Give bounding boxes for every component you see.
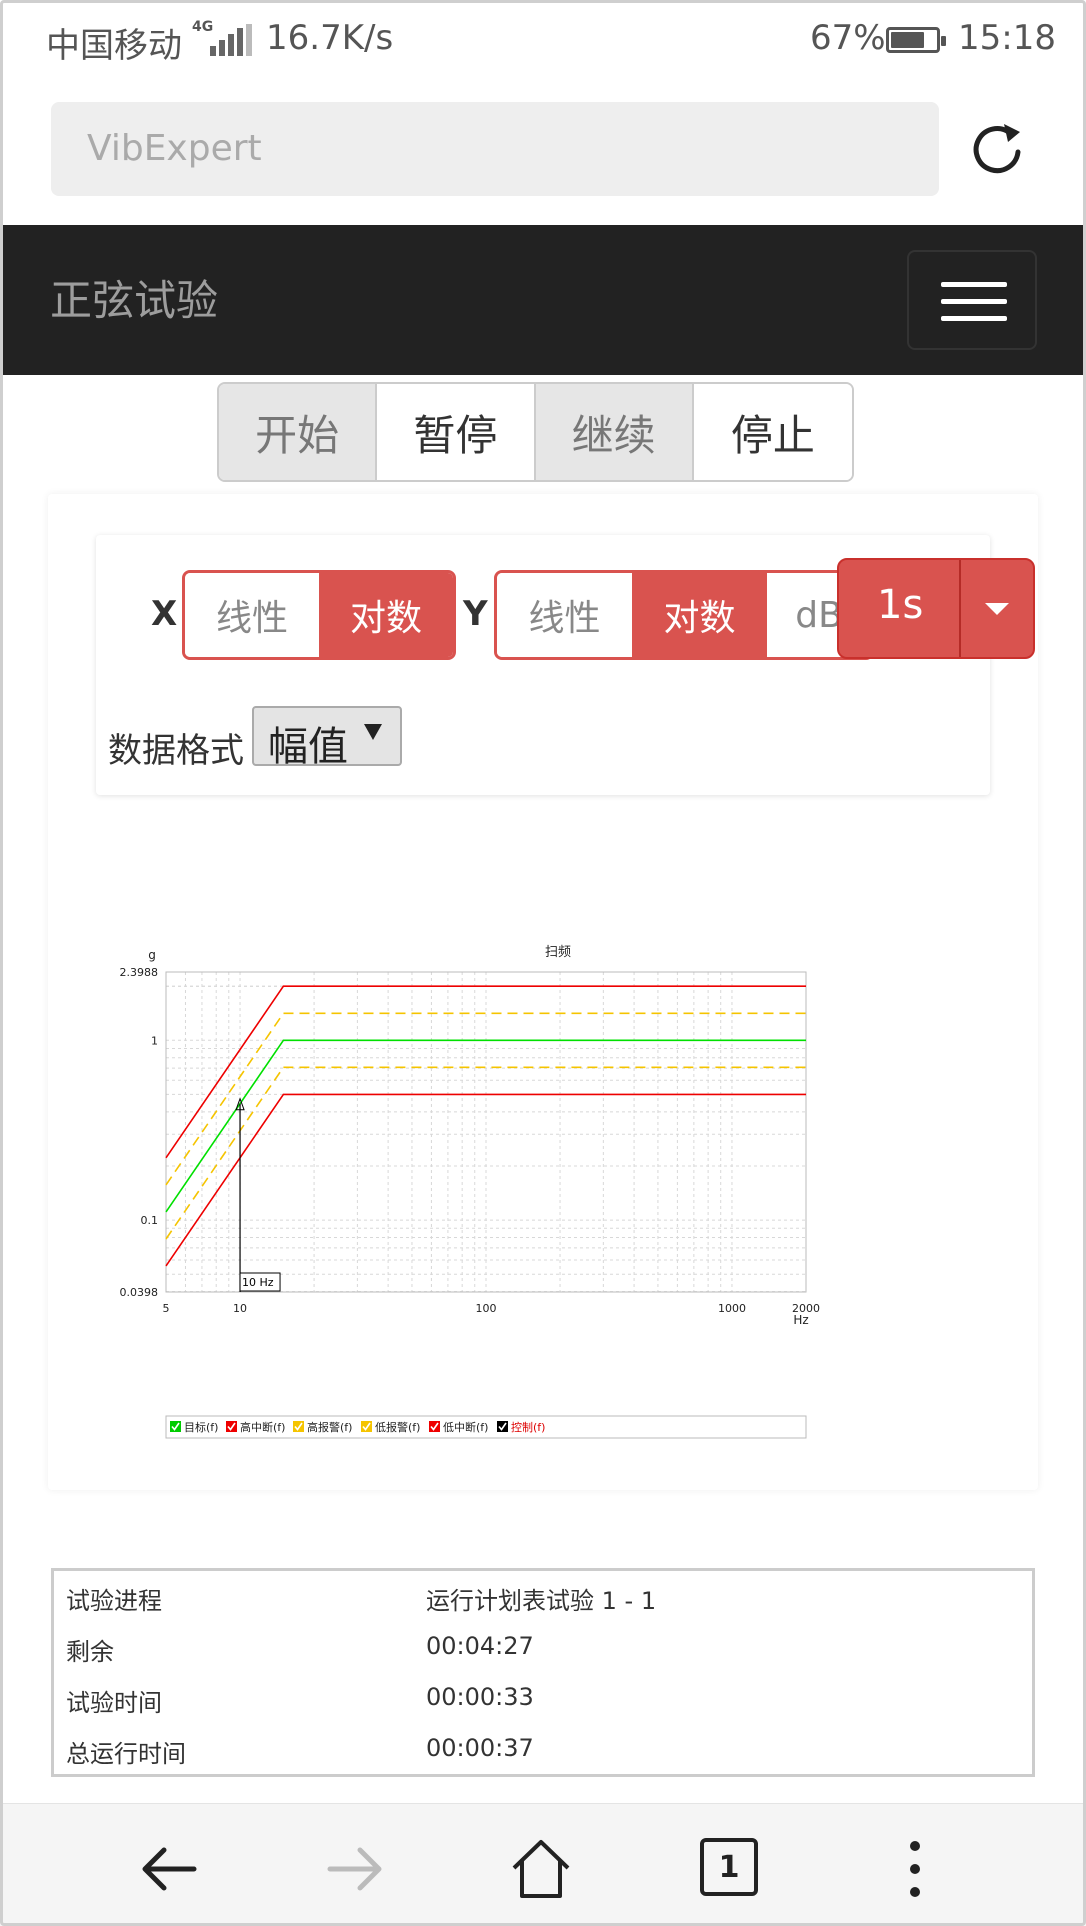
info-row: 剩余 00:04:27 <box>54 1622 1032 1672</box>
x-tick-label: 10 <box>233 1302 247 1315</box>
info-key: 总运行时间 <box>66 1740 186 1768</box>
legend-swatch <box>226 1421 237 1432</box>
pause-button[interactable]: 暂停 <box>377 384 536 480</box>
y-tick-labels: 2.3988 1 0.1 0.0398 <box>120 966 159 1299</box>
test-control-group: 开始 暂停 继续 停止 <box>217 382 854 482</box>
y-tick-label: 0.1 <box>141 1214 159 1227</box>
y-axis-label: Y <box>463 594 488 634</box>
carrier-name: 中国移动 <box>46 26 182 66</box>
hamburger-icon <box>941 282 1007 287</box>
legend-label: 低中断(f) <box>443 1420 488 1434</box>
info-value: 00:00:33 <box>426 1683 534 1711</box>
menu-button[interactable] <box>907 250 1037 350</box>
x-tick-label: 1000 <box>718 1302 746 1315</box>
chart-grid <box>166 972 806 1293</box>
y-tick-label: 1 <box>151 1034 158 1047</box>
data-format-select[interactable]: 幅值 <box>252 706 402 770</box>
page-title: 正弦试验 <box>50 276 219 325</box>
info-row: 试验进程 运行计划表试验 1 - 1 <box>54 1571 1032 1621</box>
battery-percent: 67% <box>810 18 886 58</box>
y-log-button[interactable]: 对数 <box>632 573 767 657</box>
more-icon[interactable] <box>880 1834 950 1904</box>
x-tick-labels: 5 10 100 1000 2000 <box>163 1302 821 1315</box>
legend-label: 高报警(f) <box>307 1420 352 1434</box>
url-text: VibExpert <box>87 128 262 169</box>
legend-swatch <box>293 1421 304 1432</box>
cursor-label: 10 Hz <box>242 1276 274 1289</box>
signal-icon <box>210 24 254 56</box>
back-arrow-icon[interactable] <box>134 1834 204 1904</box>
url-bar[interactable]: VibExpert <box>51 102 939 196</box>
stop-button[interactable]: 停止 <box>693 384 852 480</box>
dropdown-arrow-icon <box>364 724 382 740</box>
info-row: 总运行时间 00:00:37 <box>54 1724 1032 1774</box>
x-linear-button[interactable]: 线性 <box>185 573 319 657</box>
resume-button[interactable]: 继续 <box>535 384 694 480</box>
info-key: 试验时间 <box>66 1689 162 1717</box>
tab-count: 1 <box>718 1849 740 1885</box>
data-format-label: 数据格式 <box>108 731 244 771</box>
refresh-interval-dropdown[interactable]: 1s <box>837 558 1035 659</box>
legend-label: 低报警(f) <box>375 1420 420 1434</box>
browser-bottom-bar: 1 <box>0 1803 1086 1926</box>
info-value: 00:00:37 <box>426 1734 534 1762</box>
y-scale-toggle: 线性 对数 dB <box>494 570 874 660</box>
legend-swatch <box>170 1421 181 1432</box>
battery-icon <box>886 27 946 53</box>
legend-label: 控制(f) <box>511 1420 545 1434</box>
legend-label: 目标(f) <box>184 1420 218 1434</box>
legend-label: 高中断(f) <box>240 1420 285 1434</box>
x-axis-label: X <box>151 594 178 634</box>
info-row: 试验时间 00:00:33 <box>54 1673 1032 1723</box>
info-key: 试验进程 <box>66 1587 162 1615</box>
series-line <box>165 1093 806 1267</box>
reload-icon[interactable] <box>966 118 1030 182</box>
data-format-value: 幅值 <box>268 724 348 770</box>
y-tick-label: 0.0398 <box>120 1286 159 1299</box>
caret-down-icon <box>985 603 1009 615</box>
x-tick-label: 2000 <box>792 1302 820 1315</box>
test-info-table: 试验进程 运行计划表试验 1 - 1 剩余 00:04:27 试验时间 00:0… <box>51 1568 1035 1777</box>
start-button[interactable]: 开始 <box>219 384 378 480</box>
y-linear-button[interactable]: 线性 <box>497 573 632 657</box>
refresh-interval-value: 1s <box>877 582 924 628</box>
chart-title: 扫频 <box>545 945 571 960</box>
y-unit-label: g <box>148 948 156 962</box>
legend-swatch <box>361 1421 372 1432</box>
info-value: 00:04:27 <box>426 1632 534 1660</box>
clock: 15:18 <box>958 18 1056 58</box>
legend-swatch <box>497 1421 508 1432</box>
x-tick-label: 100 <box>476 1302 497 1315</box>
home-icon[interactable] <box>506 1834 576 1904</box>
x-unit-label: Hz <box>793 1313 808 1327</box>
tabs-button[interactable]: 1 <box>700 1838 758 1896</box>
forward-arrow-icon[interactable] <box>320 1834 390 1904</box>
app-navbar: 正弦试验 <box>0 225 1086 375</box>
x-scale-toggle: 线性 对数 <box>182 570 456 660</box>
info-key: 剩余 <box>66 1638 114 1666</box>
legend-swatch <box>429 1421 440 1432</box>
y-tick-label: 2.3988 <box>120 966 159 979</box>
sweep-chart: 扫频 g Hz 2.398810.10.0398 5 10 100 1000 2000 … <box>120 945 821 1439</box>
network-speed: 16.7K/s <box>266 18 394 58</box>
info-value: 运行计划表试验 1 - 1 <box>426 1587 657 1615</box>
status-bar: 中国移动 4G 16.7K/s 67% 15:18 <box>0 0 1086 82</box>
x-tick-label: 5 <box>163 1302 170 1315</box>
x-log-button[interactable]: 对数 <box>319 573 453 657</box>
